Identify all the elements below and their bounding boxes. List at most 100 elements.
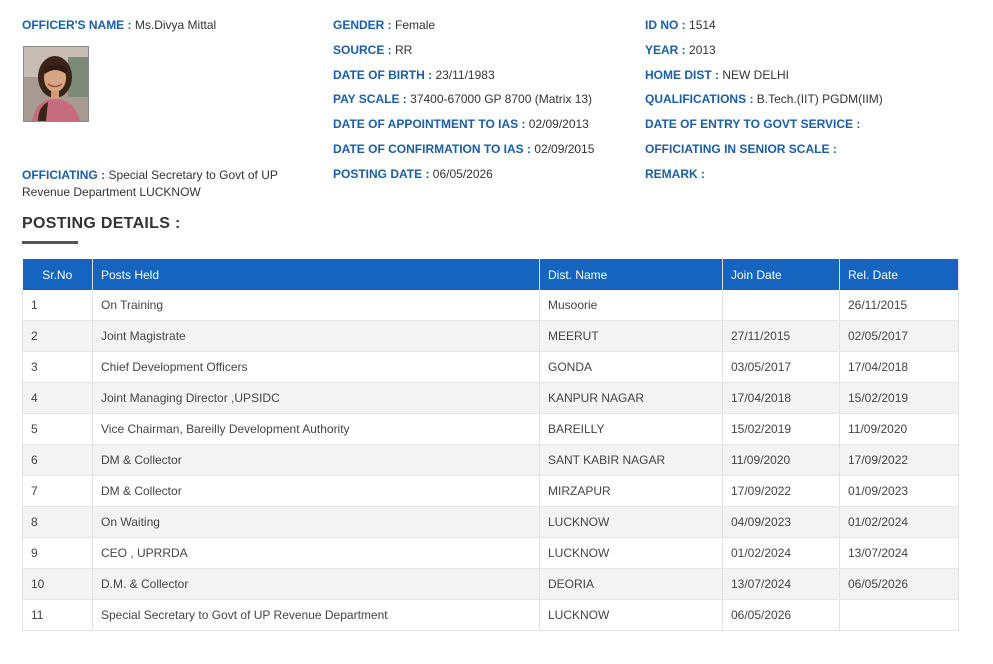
posting-date-label: POSTING DATE : [333, 167, 430, 181]
qualifications-label: QUALIFICATIONS : [645, 92, 754, 106]
cell-post-held: Joint Managing Director ,UPSIDC [92, 382, 540, 414]
cell-post-held: CEO , UPRRDA [92, 537, 540, 569]
cell-sr-no: 10 [22, 568, 93, 600]
cell-rel-date: 13/07/2024 [839, 537, 959, 569]
table-row: 2 Joint Magistrate MEERUT 27/11/2015 02/05/2… [22, 320, 959, 352]
cell-dist-name: BAREILLY [539, 413, 723, 445]
gender-label: GENDER : [333, 18, 392, 32]
year-row: YEAR : 2013 [645, 42, 716, 59]
table-row: 6 DM & Collector SANT KABIR NAGAR 11/09/202… [22, 444, 959, 476]
cell-sr-no: 7 [22, 475, 93, 507]
cell-post-held: On Waiting [92, 506, 540, 538]
cell-join-date: 13/07/2024 [722, 568, 840, 600]
source-row: SOURCE : RR [333, 42, 412, 59]
cell-dist-name: LUCKNOW [539, 506, 723, 538]
home-dist-value: NEW DELHI [722, 68, 790, 82]
qualifications-row: QUALIFICATIONS : B.Tech.(IIT) PGDM(IIM) [645, 91, 883, 108]
cell-sr-no: 11 [22, 599, 93, 631]
qualifications-value: B.Tech.(IIT) PGDM(IIM) [756, 92, 883, 106]
remark-row: REMARK : [645, 166, 705, 183]
cell-dist-name: SANT KABIR NAGAR [539, 444, 723, 476]
officiating-label: OFFICIATING : [22, 168, 106, 182]
column-header-posts-held[interactable]: Posts Held [92, 259, 540, 290]
dob-value: 23/11/1983 [435, 68, 495, 82]
source-value: RR [395, 43, 413, 57]
appointment-date-row: DATE OF APPOINTMENT TO IAS : 02/09/2013 [333, 116, 589, 133]
remark-label: REMARK : [645, 167, 705, 181]
table-row: 8 On Waiting LUCKNOW 04/09/2023 01/02/2024 [22, 506, 959, 538]
appointment-date-label: DATE OF APPOINTMENT TO IAS : [333, 117, 526, 131]
cell-rel-date [839, 599, 959, 631]
table-header-row: Sr.No Posts Held Dist. Name Join Date Re… [22, 259, 959, 290]
posting-date-value: 06/05/2026 [432, 167, 493, 181]
home-dist-row: HOME DIST : NEW DELHI [645, 67, 789, 84]
year-label: YEAR : [645, 43, 686, 57]
cell-join-date: 03/05/2017 [722, 351, 840, 383]
posting-date-row: POSTING DATE : 06/05/2026 [333, 166, 493, 183]
dob-row: DATE OF BIRTH : 23/11/1983 [333, 67, 495, 84]
cell-dist-name: KANPUR NAGAR [539, 382, 723, 414]
cell-join-date: 17/04/2018 [722, 382, 840, 414]
officer-name-value: Ms.Divya Mittal [134, 18, 217, 32]
cell-join-date [722, 290, 840, 321]
cell-sr-no: 4 [22, 382, 93, 414]
column-header-dist-name[interactable]: Dist. Name [539, 259, 723, 290]
posting-details-title: POSTING DETAILS : [22, 215, 181, 232]
senior-scale-label: OFFICIATING IN SENIOR SCALE : [645, 142, 837, 156]
section-title-underline [22, 241, 78, 244]
cell-post-held: DM & Collector [92, 475, 540, 507]
id-no-row: ID NO : 1514 [645, 17, 716, 34]
gender-row: GENDER : Female [333, 17, 435, 34]
cell-dist-name: DEORIA [539, 568, 723, 600]
cell-rel-date: 01/09/2023 [839, 475, 959, 507]
cell-rel-date: 15/02/2019 [839, 382, 959, 414]
cell-sr-no: 9 [22, 537, 93, 569]
table-row: 11 Special Secretary to Govt of UP Revenu… [22, 599, 959, 631]
cell-dist-name: GONDA [539, 351, 723, 383]
pay-scale-value: 37400-67000 GP 8700 (Matrix 13) [410, 92, 593, 106]
cell-rel-date: 17/04/2018 [839, 351, 959, 383]
table-row: 1 On Training Musoorie 26/11/2015 [22, 290, 959, 321]
cell-dist-name: LUCKNOW [539, 599, 723, 631]
source-label: SOURCE : [333, 43, 392, 57]
cell-join-date: 01/02/2024 [722, 537, 840, 569]
table-row: 4 Joint Managing Director ,UPSIDC KANPUR N… [22, 382, 959, 414]
cell-rel-date: 17/09/2022 [839, 444, 959, 476]
officer-name-row: OFFICER'S NAME : Ms.Divya Mittal [22, 17, 216, 34]
cell-rel-date: 02/05/2017 [839, 320, 959, 352]
home-dist-label: HOME DIST : [645, 68, 719, 82]
posting-details-table: Sr.No Posts Held Dist. Name Join Date Re… [22, 259, 959, 631]
cell-rel-date: 01/02/2024 [839, 506, 959, 538]
cell-rel-date: 11/09/2020 [839, 413, 959, 445]
cell-sr-no: 6 [22, 444, 93, 476]
table-row: 10 D.M. & Collector DEORIA 13/07/2024 06/05/… [22, 568, 959, 600]
officer-name-label: OFFICER'S NAME : [22, 18, 132, 32]
table-body: 1 On Training Musoorie 26/11/2015 2 Joint Mag… [22, 290, 959, 631]
dob-label: DATE OF BIRTH : [333, 68, 433, 82]
id-no-value: 1514 [689, 18, 716, 32]
senior-scale-row: OFFICIATING IN SENIOR SCALE : [645, 141, 837, 158]
cell-post-held: On Training [92, 290, 540, 321]
column-header-rel-date[interactable]: Rel. Date [839, 259, 959, 290]
cell-dist-name: LUCKNOW [539, 537, 723, 569]
cell-sr-no: 8 [22, 506, 93, 538]
appointment-date-value: 02/09/2013 [528, 117, 589, 131]
confirmation-date-row: DATE OF CONFIRMATION TO IAS : 02/09/2015 [333, 141, 594, 158]
cell-sr-no: 5 [22, 413, 93, 445]
cell-sr-no: 2 [22, 320, 93, 352]
cell-post-held: D.M. & Collector [92, 568, 540, 600]
cell-post-held: Special Secretary to Govt of UP Revenue … [92, 599, 540, 631]
gender-value: Female [395, 18, 436, 32]
column-header-join-date[interactable]: Join Date [722, 259, 840, 290]
officer-photo-image [24, 47, 88, 121]
cell-post-held: Chief Development Officers [92, 351, 540, 383]
cell-join-date: 06/05/2026 [722, 599, 840, 631]
id-no-label: ID NO : [645, 18, 686, 32]
column-header-sr-no[interactable]: Sr.No [22, 259, 93, 290]
cell-join-date: 15/02/2019 [722, 413, 840, 445]
govt-entry-date-label: DATE OF ENTRY TO GOVT SERVICE : [645, 117, 861, 131]
cell-dist-name: MEERUT [539, 320, 723, 352]
cell-post-held: Vice Chairman, Bareilly Development Auth… [92, 413, 540, 445]
pay-scale-row: PAY SCALE : 37400-67000 GP 8700 (Matrix … [333, 91, 592, 108]
pay-scale-label: PAY SCALE : [333, 92, 407, 106]
